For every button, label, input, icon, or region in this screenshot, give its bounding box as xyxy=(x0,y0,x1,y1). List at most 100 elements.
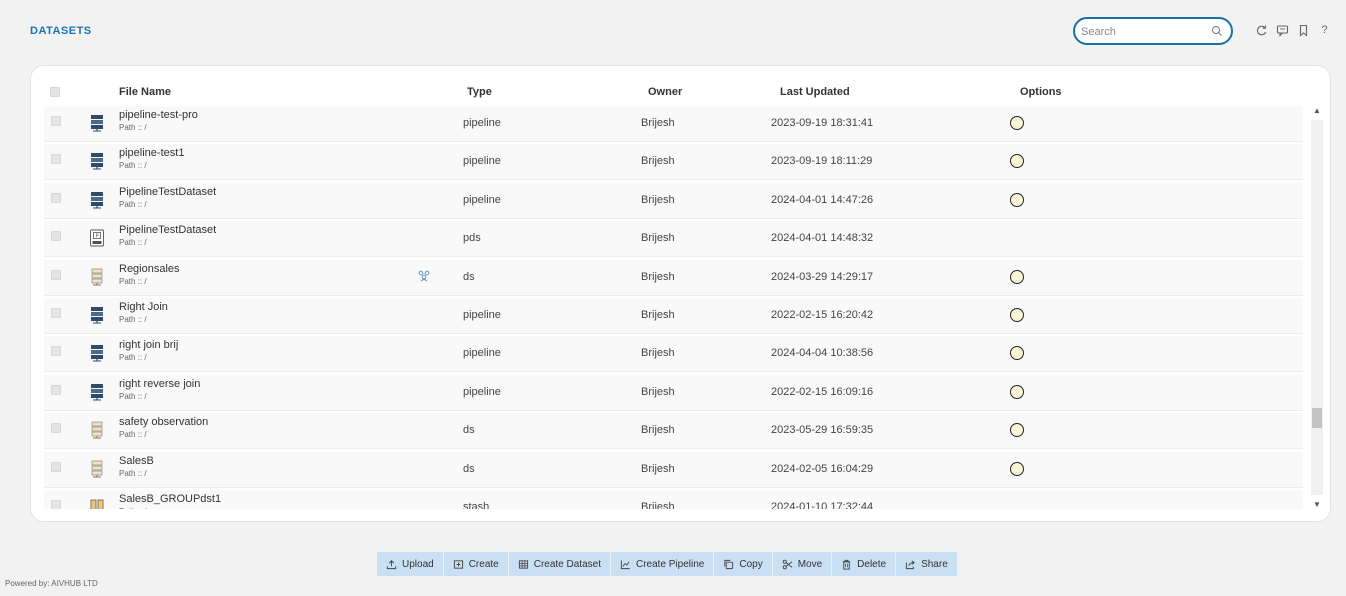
create-icon xyxy=(453,559,464,570)
action-toolbar: Upload Create Create Dataset Create Pipelin… xyxy=(377,552,958,576)
scroll-track[interactable] xyxy=(1311,120,1323,495)
chat-icon[interactable] xyxy=(1276,24,1289,37)
create-pipeline-button[interactable]: Create Pipeline xyxy=(610,552,715,576)
options-menu-icon[interactable] xyxy=(1010,116,1024,130)
file-name[interactable]: pipeline-test-pro xyxy=(119,109,198,121)
file-type: stash xyxy=(463,501,490,509)
bookmark-icon[interactable] xyxy=(1297,24,1310,37)
table-row[interactable]: SalesB Path :: / ds Brijesh 2024-02-05 16:04… xyxy=(44,451,1303,488)
pds-file-icon: P xyxy=(89,229,105,247)
options-menu-icon[interactable] xyxy=(1010,154,1024,169)
toolbar-button-label: Create Pipeline xyxy=(635,558,705,570)
table-row[interactable]: safety observation Path :: / ds Brijesh 2023… xyxy=(44,413,1303,450)
row-checkbox[interactable] xyxy=(51,346,61,357)
file-owner: Brijesh xyxy=(641,347,675,360)
row-checkbox[interactable] xyxy=(51,500,61,509)
row-checkbox[interactable] xyxy=(51,308,61,318)
toolbar-button-label: Create Dataset xyxy=(533,558,601,570)
datasets-table-card: File Name Type Owner Last Updated Option… xyxy=(30,65,1331,522)
select-all-checkbox[interactable] xyxy=(50,87,60,97)
options-menu-icon[interactable] xyxy=(1010,461,1024,476)
file-path: Path :: / xyxy=(119,430,147,440)
search-icon[interactable] xyxy=(1211,25,1223,37)
file-type: pipeline xyxy=(463,117,501,129)
scroll-thumb[interactable] xyxy=(1312,408,1322,428)
table-row[interactable]: SalesB_GROUPdst1Path :: / stash Brijesh 202… xyxy=(44,490,1303,509)
file-name[interactable]: right join brij xyxy=(119,339,178,351)
move-button[interactable]: Move xyxy=(772,552,833,576)
file-name[interactable]: right reverse join xyxy=(119,378,200,390)
search-box[interactable] xyxy=(1073,17,1233,45)
row-checkbox[interactable] xyxy=(51,116,61,126)
file-name[interactable]: safety observation xyxy=(119,416,208,428)
search-input[interactable] xyxy=(1081,23,1211,41)
header-file-name[interactable]: File Name xyxy=(119,86,171,98)
file-type: ds xyxy=(463,424,475,437)
options-menu-icon[interactable] xyxy=(1010,423,1024,438)
scissors-icon xyxy=(782,559,793,570)
file-last-updated: 2024-02-05 16:04:29 xyxy=(771,462,874,475)
refresh-icon[interactable] xyxy=(1255,24,1268,37)
ds-file-icon xyxy=(89,421,105,439)
file-type: pipeline xyxy=(463,155,501,168)
options-menu-icon[interactable] xyxy=(1010,346,1024,361)
create-button[interactable]: Create xyxy=(443,552,509,576)
row-checkbox[interactable] xyxy=(51,192,61,203)
file-name[interactable]: PipelineTestDataset xyxy=(119,224,216,236)
file-path: Path :: / xyxy=(119,468,147,478)
toolbar-button-label: Move xyxy=(797,558,823,570)
ds-file-icon xyxy=(89,460,105,478)
file-path: Path :: / xyxy=(119,199,147,209)
options-menu-icon[interactable] xyxy=(1010,308,1024,322)
file-owner: Brijesh xyxy=(641,232,675,245)
header-type[interactable]: Type xyxy=(467,86,492,98)
file-name[interactable]: pipeline-test1 xyxy=(119,147,184,159)
options-menu-icon[interactable] xyxy=(1010,192,1024,207)
header-options: Options xyxy=(1020,86,1062,98)
vertical-scrollbar[interactable]: ▲ ▼ xyxy=(1311,106,1323,509)
scroll-up-arrow[interactable]: ▲ xyxy=(1313,106,1321,115)
file-name[interactable]: SalesB_GROUPdst1 xyxy=(119,493,221,505)
table-row[interactable]: right join brij Path :: / pipeline Brijesh 2… xyxy=(44,336,1303,373)
file-name[interactable]: PipelineTestDataset xyxy=(119,186,216,198)
upload-icon xyxy=(386,559,397,570)
header-owner[interactable]: Owner xyxy=(648,86,682,98)
delete-button[interactable]: Delete xyxy=(832,552,897,576)
pipeline-chart-icon xyxy=(620,559,631,570)
pipeline-file-icon xyxy=(89,114,105,132)
file-name[interactable]: Regionsales xyxy=(119,263,180,275)
pipeline-file-icon xyxy=(89,383,105,401)
create-dataset-button[interactable]: Create Dataset xyxy=(508,552,611,576)
table-row[interactable]: pipeline-test1 Path :: / pipeline Brijesh 20… xyxy=(44,144,1303,181)
header-last-updated[interactable]: Last Updated xyxy=(780,86,850,98)
table-row[interactable]: Right Join Path :: / pipeline Brijesh 2022-0… xyxy=(44,298,1303,334)
row-checkbox[interactable] xyxy=(51,423,61,434)
file-owner: Brijesh xyxy=(641,193,675,206)
table-row[interactable]: Regionsales Path :: / ds Brijesh 2024-03-29 … xyxy=(44,259,1303,296)
file-name[interactable]: SalesB xyxy=(119,455,154,467)
table-row[interactable]: PipelineTestDataset Path :: / pipeline Brij… xyxy=(44,182,1303,219)
file-last-updated: 2022-02-15 16:09:16 xyxy=(771,385,874,398)
row-checkbox[interactable] xyxy=(51,231,61,242)
file-last-updated: 2023-09-19 18:31:41 xyxy=(771,117,874,129)
copy-button[interactable]: Copy xyxy=(714,552,773,576)
upload-button[interactable]: Upload xyxy=(377,552,444,576)
options-menu-icon[interactable] xyxy=(1010,384,1024,399)
file-last-updated: 2024-03-29 14:29:17 xyxy=(771,270,874,283)
file-name[interactable]: Right Join xyxy=(119,301,168,313)
table-row[interactable]: P PipelineTestDataset Path :: / pds Brijesh 2… xyxy=(44,221,1303,258)
help-icon[interactable]: ? xyxy=(1318,24,1331,37)
file-path: Path :: / xyxy=(119,353,147,363)
row-checkbox[interactable] xyxy=(51,154,61,165)
table-row[interactable]: right reverse join Path :: / pipeline Brije… xyxy=(44,374,1303,411)
table-header: File Name Type Owner Last Updated Option… xyxy=(31,80,1311,104)
row-checkbox[interactable] xyxy=(51,461,61,472)
file-last-updated: 2023-05-29 16:59:35 xyxy=(771,424,874,437)
file-path: Path :: / xyxy=(119,238,147,248)
scroll-down-arrow[interactable]: ▼ xyxy=(1313,500,1321,509)
share-button[interactable]: Share xyxy=(896,552,958,576)
options-menu-icon[interactable] xyxy=(1010,269,1024,284)
table-row[interactable]: pipeline-test-pro Path :: / pipeline Brijes… xyxy=(44,106,1303,142)
row-checkbox[interactable] xyxy=(51,269,61,280)
row-checkbox[interactable] xyxy=(51,384,61,395)
